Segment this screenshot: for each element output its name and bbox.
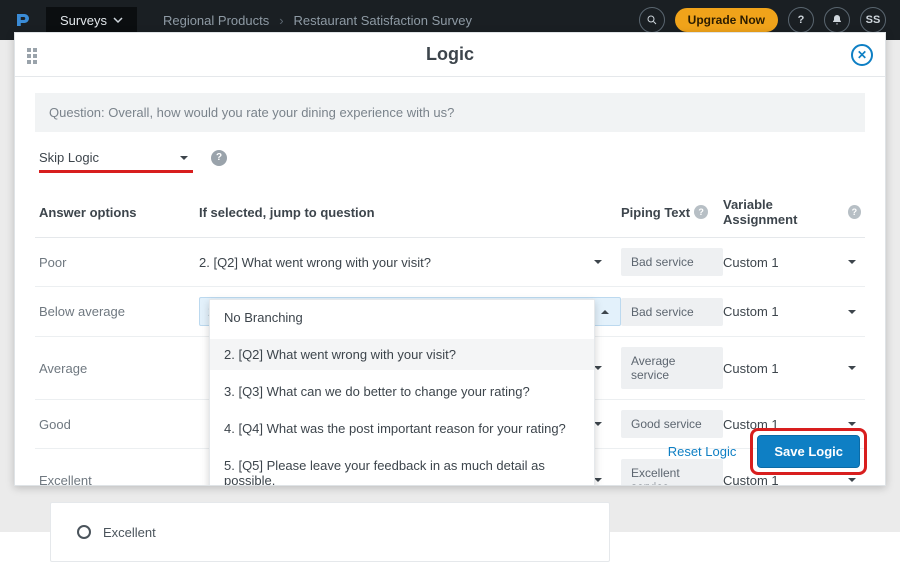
avatar[interactable]: SS (860, 7, 886, 33)
caret-down-icon (847, 257, 857, 267)
variable-value: Custom 1 (723, 304, 779, 319)
surveys-tab[interactable]: Surveys (46, 7, 137, 34)
logic-modal: Logic ✕ Question: Overall, how would you… (14, 32, 886, 486)
caret-up-icon (600, 307, 610, 317)
bg-option-label: Excellent (103, 525, 156, 540)
dropdown-item[interactable]: 5. [Q5] Please leave your feedback in as… (210, 450, 594, 485)
highlight-underline (39, 170, 193, 173)
logic-type-label: Skip Logic (39, 150, 99, 165)
chevron-down-icon (113, 15, 123, 25)
piping-chip: Bad service (621, 298, 723, 326)
caret-down-icon (847, 475, 857, 485)
piping-cell[interactable]: Bad service (621, 248, 723, 276)
caret-down-icon (593, 257, 603, 267)
table-row: Poor2. [Q2] What went wrong with your vi… (35, 238, 865, 287)
jump-value: 2. [Q2] What went wrong with your visit? (199, 255, 431, 270)
drag-handle-icon[interactable] (27, 48, 41, 62)
piping-cell[interactable]: Bad service (621, 298, 723, 326)
col-var: Variable Assignment? (723, 197, 861, 227)
dropdown-item[interactable]: 4. [Q4] What was the post important reas… (210, 413, 594, 444)
radio-icon[interactable] (77, 525, 91, 539)
dropdown-item[interactable]: 3. [Q3] What can we do better to change … (210, 376, 594, 407)
help-icon[interactable]: ? (848, 205, 861, 219)
variable-value: Custom 1 (723, 361, 779, 376)
col-jump: If selected, jump to question (199, 205, 621, 220)
question-banner: Question: Overall, how would you rate yo… (35, 93, 865, 132)
question-text: Overall, how would you rate your dining … (108, 105, 454, 120)
brand-icon (14, 11, 32, 29)
table-header: Answer options If selected, jump to ques… (35, 187, 865, 238)
dropdown-item[interactable]: 2. [Q2] What went wrong with your visit? (210, 339, 594, 370)
answer-option: Poor (39, 255, 199, 270)
variable-select[interactable]: Custom 1 (723, 304, 861, 319)
answer-option: Below average (39, 304, 199, 319)
caret-down-icon (847, 307, 857, 317)
help-icon[interactable]: ? (694, 205, 708, 219)
bg-option-card: Excellent (50, 502, 610, 562)
modal-body: Question: Overall, how would you rate yo… (15, 77, 885, 485)
dropdown-item[interactable]: No Branching (210, 300, 594, 333)
close-button[interactable]: ✕ (851, 44, 873, 66)
answer-option: Good (39, 417, 199, 432)
col-answer: Answer options (39, 205, 199, 220)
help-icon[interactable]: ? (211, 150, 227, 166)
variable-select[interactable]: Custom 1 (723, 255, 861, 270)
answer-option: Excellent (39, 473, 199, 486)
piping-cell[interactable]: Average service (621, 347, 723, 389)
upgrade-button[interactable]: Upgrade Now (675, 8, 778, 32)
caret-down-icon (179, 153, 189, 163)
piping-chip: Average service (621, 347, 723, 389)
breadcrumb-item[interactable]: Regional Products (163, 13, 269, 28)
topbar-right: Upgrade Now ? SS (639, 7, 886, 33)
chevron-right-icon: › (279, 13, 283, 28)
help-icon[interactable]: ? (788, 7, 814, 33)
question-prefix: Question: (49, 105, 108, 120)
variable-select[interactable]: Custom 1 (723, 361, 861, 376)
piping-chip: Bad service (621, 248, 723, 276)
save-logic-button[interactable]: Save Logic (757, 435, 860, 468)
variable-value: Custom 1 (723, 255, 779, 270)
modal-footer: Reset Logic Save Logic (668, 428, 867, 475)
breadcrumb-item[interactable]: Restaurant Satisfaction Survey (294, 13, 472, 28)
logic-type-select[interactable]: Skip Logic (39, 146, 189, 169)
search-icon[interactable] (639, 7, 665, 33)
modal-header: Logic ✕ (15, 33, 885, 77)
save-highlight: Save Logic (750, 428, 867, 475)
surveys-tab-label: Surveys (60, 13, 107, 28)
jump-select[interactable]: 2. [Q2] What went wrong with your visit? (199, 255, 621, 270)
col-pipe: Piping Text? (621, 205, 723, 220)
modal-title: Logic (426, 44, 474, 65)
caret-down-icon (847, 363, 857, 373)
jump-dropdown[interactable]: No Branching 2. [Q2] What went wrong with… (209, 299, 595, 485)
bell-icon[interactable] (824, 7, 850, 33)
logic-type-row: Skip Logic ? (35, 146, 865, 169)
breadcrumb: Regional Products › Restaurant Satisfact… (163, 13, 472, 28)
answer-option: Average (39, 361, 199, 376)
reset-logic-link[interactable]: Reset Logic (668, 444, 737, 459)
